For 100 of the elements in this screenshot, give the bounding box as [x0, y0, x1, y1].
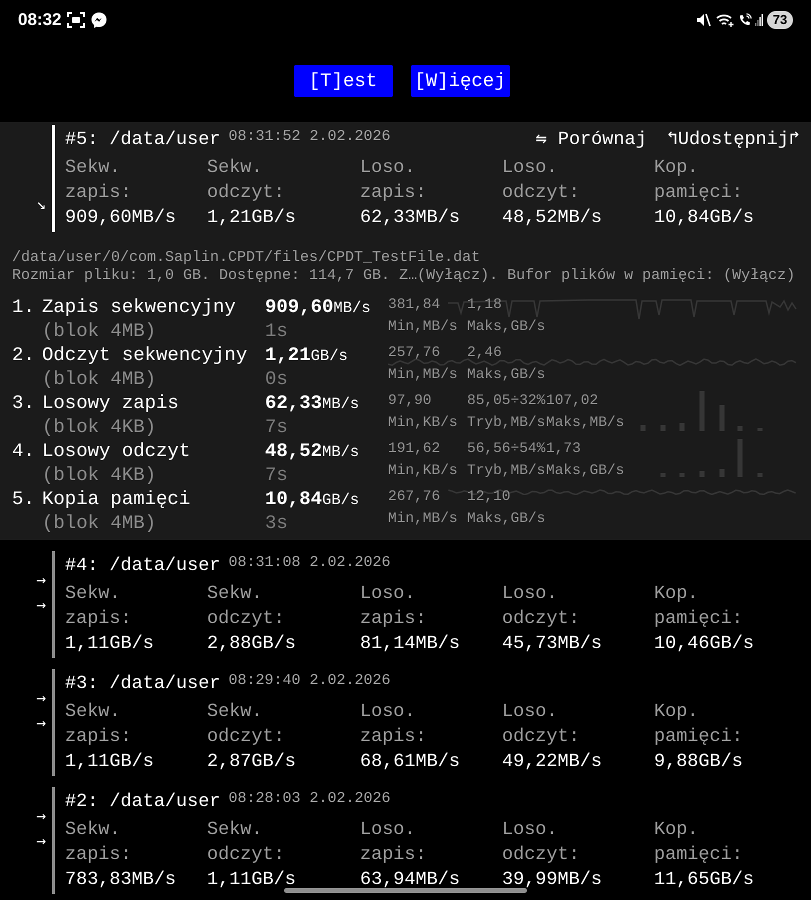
metric-label: Kop. pamięci:: [654, 582, 744, 631]
histogram-bar: [640, 425, 646, 431]
stat-label: Maks,MB/s: [546, 414, 624, 433]
stat-label: Tryb,MB/s: [467, 414, 546, 433]
stat-label: Maks,GB/s: [467, 510, 546, 529]
action-button[interactable]: ⇋ Porównaj: [536, 125, 647, 155]
metric-label: Sekw. zapis:: [65, 700, 133, 749]
stat-label: Min,KB/s: [388, 462, 458, 481]
test-duration: 0s: [265, 367, 288, 391]
row-marker: →: [36, 687, 46, 709]
speed-unit: GB/s: [310, 346, 348, 367]
result-title: #5: /data/user: [65, 128, 220, 152]
test-number: 3.: [12, 391, 36, 415]
row-marker: →: [36, 712, 46, 734]
metric-value: 81,14MB/s: [360, 632, 460, 656]
histogram-bar: [738, 426, 742, 431]
metric-value: 1,11GB/s: [65, 632, 154, 656]
metric-label: Sekw. odczyt:: [207, 700, 286, 749]
result-timestamp: 08:31:52 2.02.2026: [228, 127, 390, 147]
test-duration: 7s: [265, 463, 288, 487]
metric-value: 63,94MB/s: [360, 868, 460, 892]
metric-label: Loso. zapis:: [360, 582, 428, 631]
metric-label: Sekw. zapis:: [65, 156, 133, 205]
stat-value: 12,10: [467, 488, 511, 507]
stat-value: 1,18: [467, 296, 502, 315]
metric-label: Loso. zapis:: [360, 156, 428, 205]
speed-value: 10,84: [265, 487, 322, 511]
metric-label: Loso. zapis:: [360, 818, 428, 867]
histogram-bar: [700, 471, 704, 477]
speed-value: 909,60: [265, 295, 334, 319]
toolbar-button[interactable]: [W]ięcej: [410, 65, 510, 97]
histogram-bar: [680, 423, 684, 431]
row-marker: →: [36, 594, 46, 616]
stat-value: 257,76: [388, 344, 440, 363]
metric-value: 48,52MB/s: [502, 206, 602, 230]
result-timestamp: 08:29:40 2.02.2026: [228, 671, 390, 691]
metric-value: 45,73MB/s: [502, 632, 602, 656]
row-marker: →: [36, 805, 46, 827]
toolbar-button[interactable]: [T]est: [294, 65, 392, 97]
stat-value: 97,90: [388, 392, 432, 411]
signal-icon: [755, 14, 763, 26]
metric-value: 2,87GB/s: [207, 750, 296, 774]
metric-value: 68,61MB/s: [360, 750, 460, 774]
test-name: Losowy odczyt: [42, 439, 190, 463]
test-number: 1.: [12, 295, 36, 319]
battery-level: 73: [767, 11, 793, 29]
metric-value: 1,11GB/s: [207, 868, 296, 892]
test-duration: 3s: [265, 511, 288, 535]
metric-value: 1,21GB/s: [207, 206, 296, 230]
row-marker: ↘: [36, 193, 46, 215]
test-name: Odczyt sekwencyjny: [42, 343, 248, 367]
stat-label: Maks,GB/s: [467, 318, 546, 337]
stat-label: Maks,GB/s: [467, 366, 546, 385]
metric-value: 39,99MB/s: [502, 868, 602, 892]
stat-label: Min,MB/s: [388, 318, 458, 337]
stat-value: 191,62: [388, 440, 440, 459]
action-button[interactable]: ↰Udostępnij↱: [666, 125, 800, 155]
block-size: (blok 4KB): [42, 463, 156, 487]
metric-label: Sekw. zapis:: [65, 582, 133, 631]
metric-value: 783,83MB/s: [65, 868, 176, 892]
metric-label: Sekw. odczyt:: [207, 582, 286, 631]
stat-value: 2,46: [467, 344, 502, 363]
metric-label: Kop. pamięci:: [654, 818, 744, 867]
mute-icon: [696, 13, 711, 27]
test-number: 2.: [12, 343, 36, 367]
speed-value: 1,21: [265, 343, 311, 367]
stat-label: Maks,GB/s: [546, 462, 624, 481]
stat-value: 85,05÷32%: [467, 392, 546, 411]
wifi-icon: [716, 13, 734, 27]
file-info: Rozmiar pliku: 1,0 GB. Dostępne: 114,7 GB. Z…(Wyłącz). Bufor plików w pamięci: (Wyłącz): [12, 267, 796, 285]
test-duration: 7s: [265, 415, 288, 439]
histogram-bar: [720, 469, 724, 477]
metric-value: 909,60MB/s: [65, 206, 176, 230]
speed-value: 48,52: [265, 439, 322, 463]
test-number: 5.: [12, 487, 36, 511]
metric-value: 10,46GB/s: [654, 632, 754, 656]
messenger-icon: [91, 12, 108, 28]
metric-label: Loso. odczyt:: [502, 156, 581, 205]
speed-unit: MB/s: [322, 442, 360, 463]
block-size: (blok 4KB): [42, 415, 156, 439]
stat-label: Min,MB/s: [388, 366, 458, 385]
metric-label: Sekw. odczyt:: [207, 818, 286, 867]
metric-label: Loso. odczyt:: [502, 582, 581, 631]
result-timestamp: 08:28:03 2.02.2026: [228, 789, 390, 809]
result-title: #4: /data/user: [65, 554, 220, 578]
histogram-bar: [738, 439, 742, 477]
metric-label: Kop. pamięci:: [654, 156, 744, 205]
metric-value: 1,11GB/s: [65, 750, 154, 774]
speed-value: 62,33: [265, 391, 322, 415]
test-name: Zapis sekwencyjny: [42, 295, 236, 319]
block-size: (blok 4MB): [42, 319, 156, 343]
wifi-calling-icon: [738, 13, 752, 27]
block-size: (blok 4MB): [42, 367, 156, 391]
result-timestamp: 08:31:08 2.02.2026: [228, 553, 390, 573]
metric-label: Loso. zapis:: [360, 700, 428, 749]
stat-value: 1,73: [546, 440, 581, 459]
histogram-bar: [700, 391, 704, 431]
stat-value: 107,02: [546, 392, 598, 411]
stat-label: Min,MB/s: [388, 510, 458, 529]
row-marker: →: [36, 830, 46, 852]
